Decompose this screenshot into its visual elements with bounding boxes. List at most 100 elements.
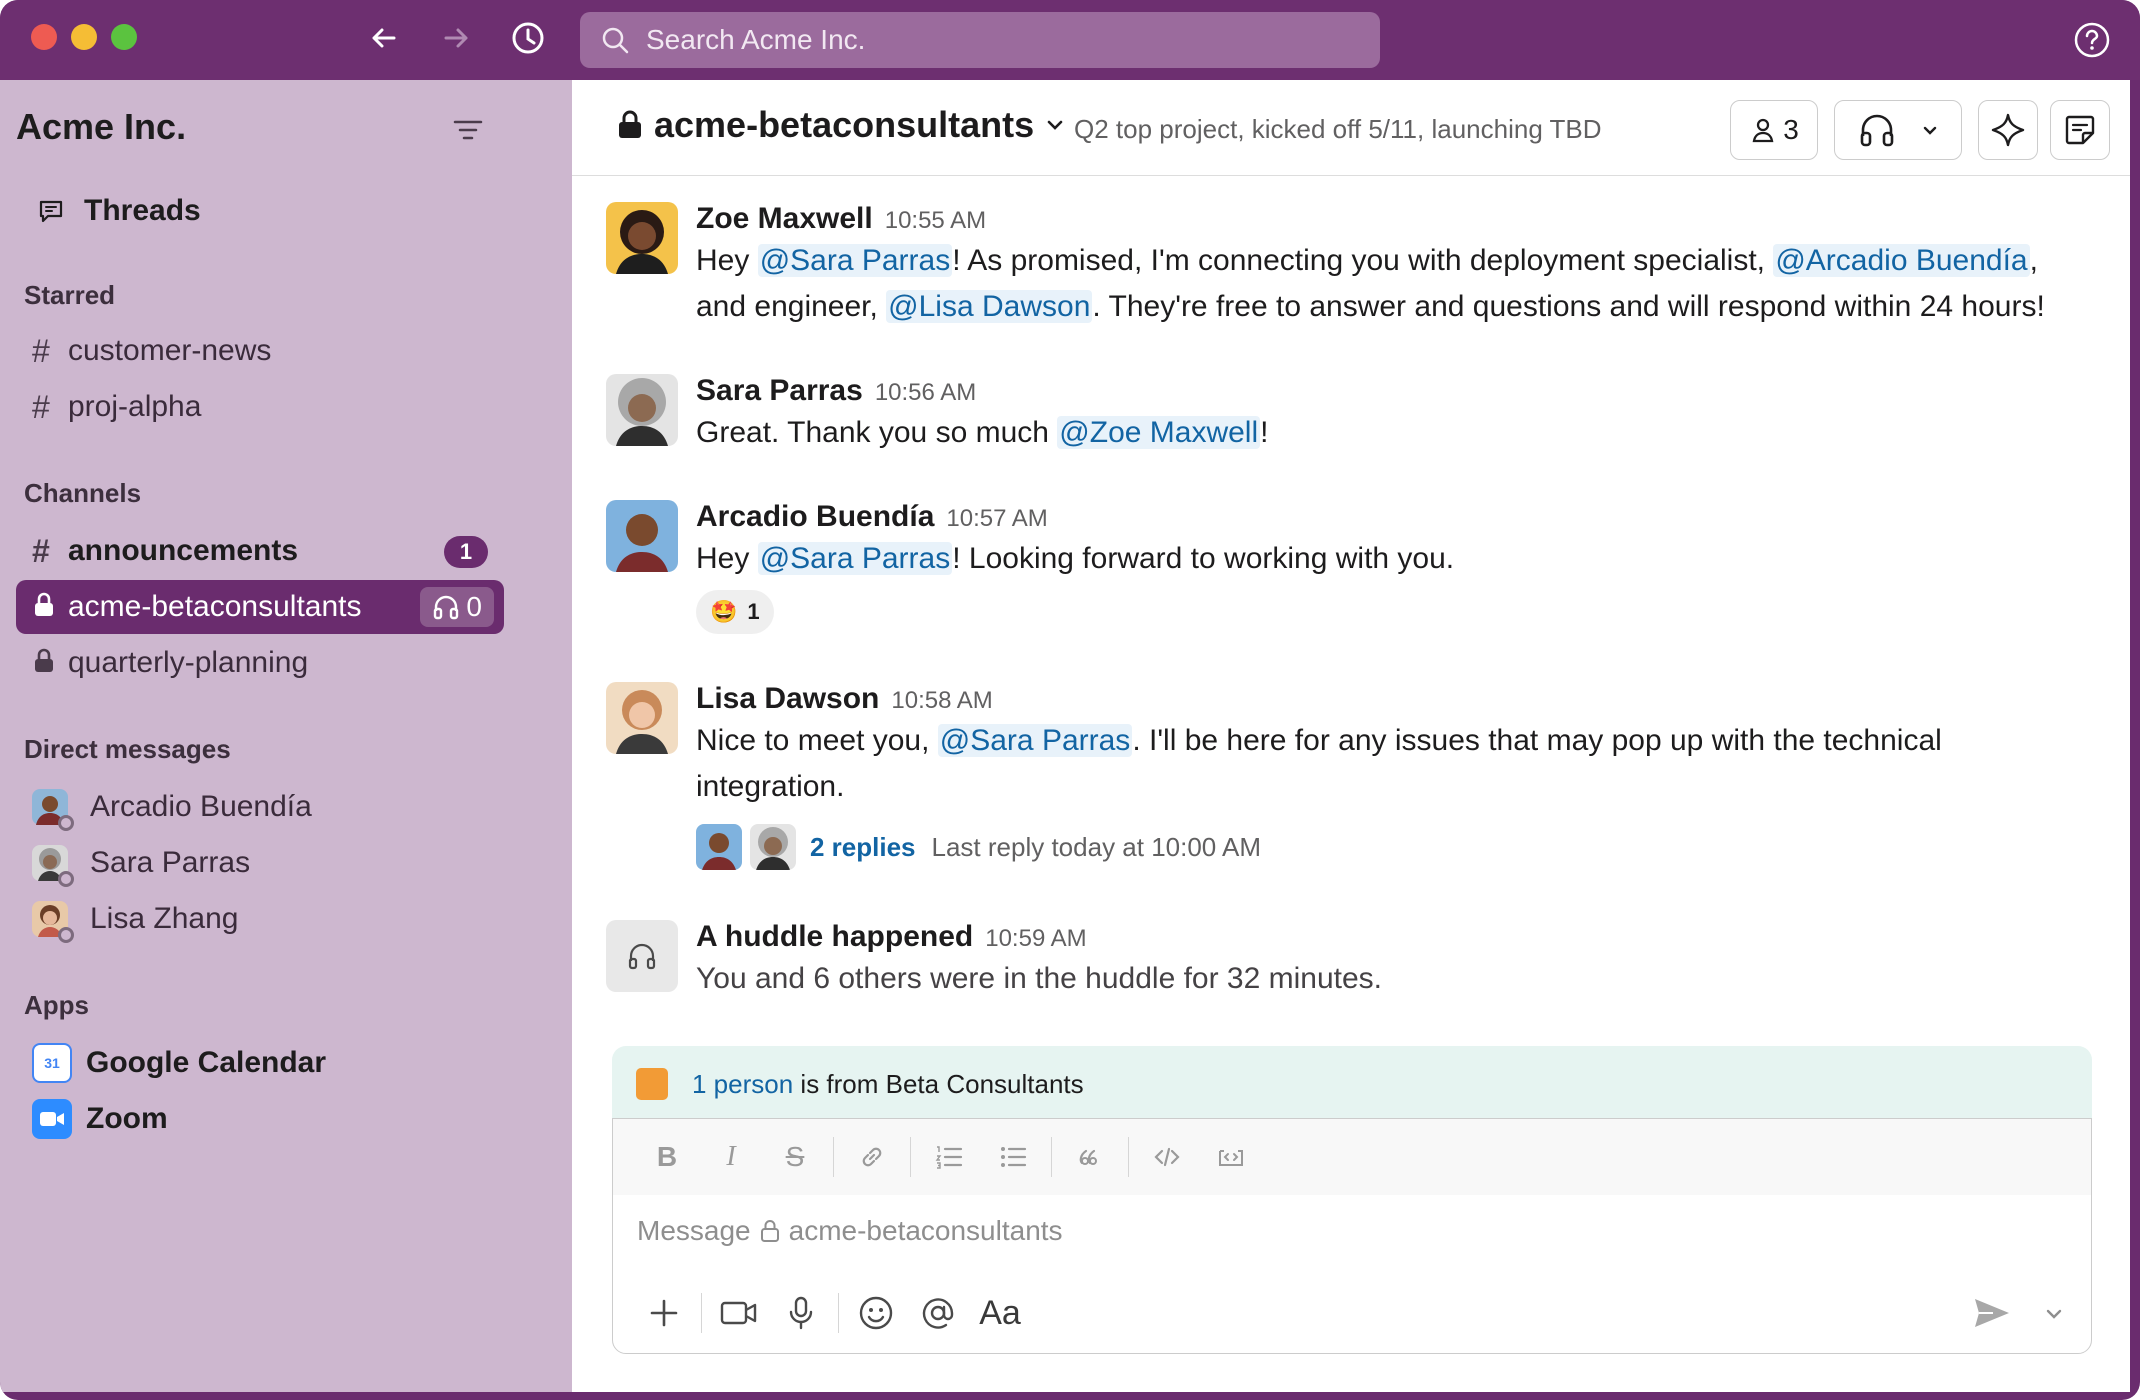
avatar[interactable] [606, 202, 678, 274]
sidebar-item-google-calendar[interactable]: 31 Google Calendar [16, 1036, 504, 1090]
huddle-button[interactable] [1834, 100, 1962, 160]
message-time[interactable]: 10:57 AM [946, 505, 1047, 533]
mention[interactable]: @Lisa Dawson [886, 290, 1093, 323]
message-time[interactable]: 10:56 AM [875, 379, 976, 407]
mention[interactable]: @Arcadio Buendía [1773, 244, 2030, 277]
avatar[interactable] [606, 374, 678, 446]
sidebar-item-dm-arcadio[interactable]: Arcadio Buendía [16, 780, 504, 834]
mention[interactable]: @Zoe Maxwell [1057, 416, 1261, 449]
section-channels[interactable]: Channels [24, 478, 141, 509]
chevron-down-icon [1047, 120, 1063, 130]
strikethrough-button[interactable]: S [763, 1132, 827, 1182]
thread-summary[interactable]: 2 replies Last reply today at 10:00 AM [696, 824, 2096, 870]
sidebar-item-dm-sara[interactable]: Sara Parras [16, 836, 504, 890]
divider [1051, 1137, 1052, 1177]
quote-icon [1079, 1149, 1097, 1165]
headphones-icon [1860, 114, 1894, 147]
sidebar-item-announcements[interactable]: # announcements 1 [16, 524, 504, 578]
ordered-list-button[interactable] [917, 1132, 981, 1182]
microphone-icon [789, 1296, 813, 1330]
message: Sara Parras 10:56 AM Great. Thank you so… [606, 374, 2096, 456]
channel-name: announcements [68, 534, 299, 567]
close-window-button[interactable] [31, 24, 57, 50]
italic-button[interactable]: I [699, 1132, 763, 1182]
link-icon [862, 1147, 882, 1167]
section-apps[interactable]: Apps [24, 990, 89, 1021]
avatar[interactable] [606, 682, 678, 754]
send-options-button[interactable] [2039, 1287, 2069, 1339]
sidebar-item-zoom[interactable]: Zoom [16, 1092, 504, 1146]
record-video-button[interactable] [708, 1287, 770, 1339]
add-attachment-button[interactable] [633, 1287, 695, 1339]
message-author[interactable]: Lisa Dawson [696, 682, 879, 716]
sidebar-item-proj-alpha[interactable]: # proj-alpha [16, 380, 504, 434]
sidebar-item-threads[interactable]: Threads [36, 186, 201, 236]
message-author[interactable]: Sara Parras [696, 374, 863, 408]
ordered-list-icon [935, 1146, 963, 1169]
canvas-button[interactable] [2050, 100, 2110, 160]
back-button[interactable] [364, 18, 404, 58]
sidebar-item-quarterly-planning[interactable]: quarterly-planning [16, 636, 504, 690]
sidebar-item-customer-news[interactable]: # customer-news [16, 324, 504, 378]
message-text: Nice to meet you, @Sara Parras. I'll be … [696, 718, 2096, 810]
presence-indicator [58, 815, 74, 831]
emoji-button[interactable] [845, 1287, 907, 1339]
reaction-pill[interactable]: 🤩 1 [696, 590, 774, 634]
search-bar[interactable]: Search Acme Inc. [580, 12, 1380, 68]
channel-title-button[interactable]: acme-betaconsultants [616, 104, 1066, 146]
mention[interactable]: @Sara Parras [937, 724, 1133, 757]
text-format-button[interactable]: Aa [969, 1287, 1031, 1339]
placeholder-channel: acme-betaconsultants [788, 1215, 1063, 1246]
message-time[interactable]: 10:59 AM [985, 925, 1086, 953]
message-composer: B I S Message acme-betaconsultants Aa [612, 1118, 2092, 1354]
avatar[interactable] [606, 500, 678, 572]
message-author[interactable]: Arcadio Buendía [696, 500, 934, 534]
message-time[interactable]: 10:58 AM [891, 687, 992, 715]
zoom-icon [32, 1099, 72, 1139]
help-button[interactable] [2072, 20, 2112, 60]
minimize-window-button[interactable] [71, 24, 97, 50]
section-starred[interactable]: Starred [24, 280, 115, 311]
sidebar-item-dm-lisa[interactable]: Lisa Zhang [16, 892, 504, 946]
channel-topic[interactable]: Q2 top project, kicked off 5/11, launchi… [1074, 114, 1602, 145]
message-time[interactable]: 10:55 AM [885, 207, 986, 235]
mention-button[interactable] [907, 1287, 969, 1339]
send-button[interactable] [1961, 1287, 2023, 1339]
channel-name: acme-betaconsultants [68, 590, 362, 623]
workspace-name[interactable]: Acme Inc. [16, 106, 186, 148]
text-segment: . They're free to answer and questions a… [1092, 290, 2045, 323]
mention[interactable]: @Sara Parras [757, 542, 953, 575]
bold-button[interactable]: B [635, 1132, 699, 1182]
bulleted-list-button[interactable] [981, 1132, 1045, 1182]
forward-button[interactable] [436, 18, 476, 58]
maximize-window-button[interactable] [111, 24, 137, 50]
member-count: 3 [1783, 114, 1799, 145]
code-button[interactable] [1135, 1132, 1199, 1182]
text-segment: ! Looking forward to working with you. [952, 542, 1455, 575]
quote-button[interactable] [1058, 1132, 1122, 1182]
text-segment: Hey [696, 542, 758, 575]
replies-link[interactable]: 2 replies [810, 832, 916, 863]
star-struck-emoji-icon: 🤩 [710, 599, 738, 624]
sidebar: Acme Inc. Threads Starred # customer-new… [0, 80, 572, 1392]
message: Arcadio Buendía 10:57 AM Hey @Sara Parra… [606, 500, 2096, 634]
section-direct-messages[interactable]: Direct messages [24, 734, 231, 765]
message-author[interactable]: A huddle happened [696, 920, 973, 954]
record-audio-button[interactable] [770, 1287, 832, 1339]
filter-button[interactable] [448, 110, 488, 150]
members-button[interactable]: 3 [1730, 100, 1818, 160]
text-segment: Great. Thank you so much [696, 416, 1058, 449]
org-color-swatch [636, 1068, 668, 1100]
huddle-indicator[interactable]: 0 [420, 587, 494, 627]
mention[interactable]: @Sara Parras [757, 244, 953, 277]
external-people-link[interactable]: 1 person [692, 1069, 793, 1100]
ai-button[interactable] [1978, 100, 2038, 160]
history-button[interactable] [508, 18, 548, 58]
message-author[interactable]: Zoe Maxwell [696, 202, 873, 236]
code-block-button[interactable] [1199, 1132, 1263, 1182]
link-button[interactable] [840, 1132, 904, 1182]
lock-icon [619, 110, 641, 138]
lock-icon [760, 1220, 779, 1242]
sidebar-item-acme-betaconsultants[interactable]: acme-betaconsultants 0 [16, 580, 504, 634]
message-input[interactable]: Message acme-betaconsultants [637, 1215, 1063, 1247]
